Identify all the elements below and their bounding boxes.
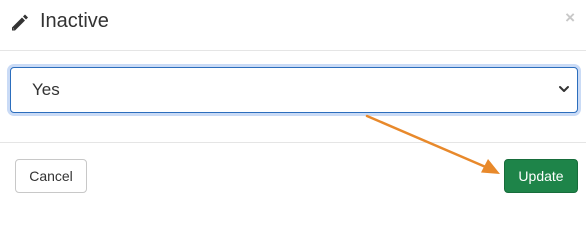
update-button[interactable]: Update	[504, 159, 578, 193]
cancel-button[interactable]: Cancel	[15, 159, 87, 193]
modal-footer: Cancel Update	[0, 143, 586, 200]
inactive-select[interactable]: Yes	[10, 67, 578, 113]
modal-body: Yes	[0, 51, 586, 143]
select-value: Yes	[32, 80, 60, 99]
close-icon[interactable]: ×	[565, 8, 575, 28]
pencil-icon	[9, 11, 31, 33]
chevron-down-icon	[557, 82, 571, 96]
modal-header: Inactive ×	[0, 0, 586, 51]
modal-title: Inactive	[40, 10, 109, 32]
inactive-modal: Inactive × Yes Cancel Update	[0, 0, 586, 200]
